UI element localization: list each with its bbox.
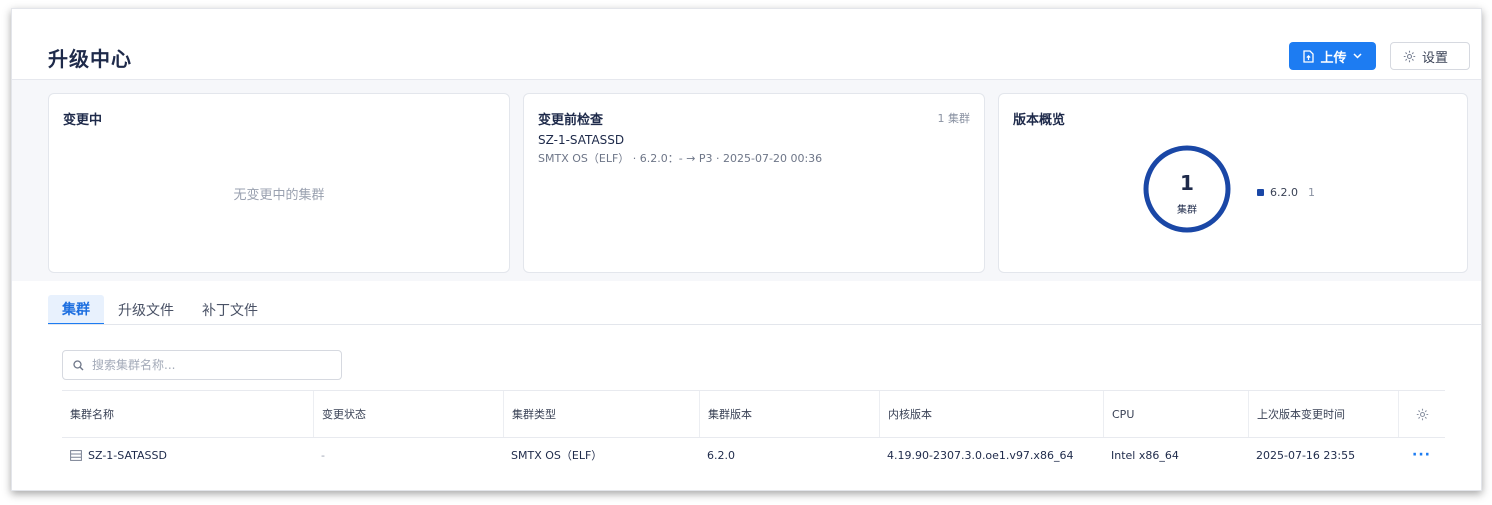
search-input[interactable] <box>90 357 324 373</box>
legend-count: 1 <box>1308 186 1315 199</box>
gear-icon <box>1416 408 1428 420</box>
chevron-down-icon <box>1352 53 1362 59</box>
settings-button[interactable]: 设置 <box>1390 42 1470 70</box>
cell-cluster-version: 6.2.0 <box>707 448 735 462</box>
precheck-card[interactable]: 变更前检查 1 集群 SZ-1-SATASSD SMTX OS（ELF） · 6… <box>523 93 985 273</box>
cell-cluster-name[interactable]: SZ-1-SATASSD <box>62 437 313 473</box>
table-header: 集群名称 变更状态 集群类型 集群版本 内核版本 CPU 上次版本变更时间 <box>62 390 1445 438</box>
col-cpu[interactable]: CPU <box>1103 391 1248 437</box>
table-row[interactable]: SZ-1-SATASSD - SMTX OS（ELF） 6.2.0 4.19.9… <box>62 437 1445 473</box>
search-box[interactable] <box>62 350 342 380</box>
precheck-cluster-detail: SMTX OS（ELF） · 6.2.0：- → P3 · 2025-07-20… <box>538 152 823 165</box>
cell-change-status: - <box>321 448 325 462</box>
page-header: 升级中心 上传 设置 <box>12 9 1481 80</box>
changing-card: 变更中 无变更中的集群 <box>48 93 510 273</box>
cell-kernel-version: 4.19.90-2307.3.0.oe1.v97.x86_64 <box>887 448 1074 462</box>
upload-file-icon <box>1303 49 1315 63</box>
cell-cluster-type: SMTX OS（ELF） <box>511 449 603 462</box>
page-title: 升级中心 <box>48 47 132 71</box>
precheck-card-title: 变更前检查 <box>538 113 604 128</box>
version-overview-title: 版本概览 <box>1013 113 1066 128</box>
col-cluster-version[interactable]: 集群版本 <box>699 391 879 437</box>
cluster-name-text: SZ-1-SATASSD <box>88 448 167 462</box>
legend-version: 6.2.0 <box>1270 186 1298 199</box>
precheck-count: 1 集群 <box>937 112 971 125</box>
tab-bar: 集群 升级文件 补丁文件 <box>48 295 272 325</box>
more-icon[interactable]: ··· <box>1398 437 1445 473</box>
col-cluster-type[interactable]: 集群类型 <box>503 391 699 437</box>
cluster-icon <box>70 449 82 461</box>
settings-button-label: 设置 <box>1422 50 1449 66</box>
precheck-cluster-name[interactable]: SZ-1-SATASSD <box>538 133 624 147</box>
col-change-status[interactable]: 变更状态 <box>313 391 503 437</box>
version-overview-card: 版本概览 1 集群 6.2.0 1 <box>998 93 1468 273</box>
upload-button[interactable]: 上传 <box>1289 42 1376 70</box>
col-kernel-version[interactable]: 内核版本 <box>879 391 1103 437</box>
version-legend-item: 6.2.0 1 <box>1257 186 1315 199</box>
app-window: 升级中心 上传 设置 变更中 无变更中的集群 变更前检查 1 集群 SZ-1-S… <box>11 8 1482 491</box>
cell-last-change-time: 2025-07-16 23:55 <box>1256 448 1356 462</box>
tab-patch-files[interactable]: 补丁文件 <box>188 295 272 325</box>
tab-clusters[interactable]: 集群 <box>48 295 104 325</box>
column-settings-button[interactable] <box>1398 391 1445 437</box>
tab-upgrade-files[interactable]: 升级文件 <box>104 295 188 325</box>
col-last-change-time[interactable]: 上次版本变更时间 <box>1248 391 1398 437</box>
upload-button-label: 上传 <box>1320 50 1347 66</box>
cell-cpu: Intel x86_64 <box>1111 448 1179 462</box>
donut-total-label: 集群 <box>1177 205 1197 216</box>
changing-card-title: 变更中 <box>63 113 103 128</box>
gear-icon <box>1403 50 1416 62</box>
search-icon <box>73 359 84 370</box>
legend-color-swatch <box>1257 189 1264 196</box>
col-cluster-name[interactable]: 集群名称 <box>62 391 313 437</box>
changing-empty-text: 无变更中的集群 <box>233 188 325 203</box>
donut-total: 1 <box>1180 171 1194 195</box>
